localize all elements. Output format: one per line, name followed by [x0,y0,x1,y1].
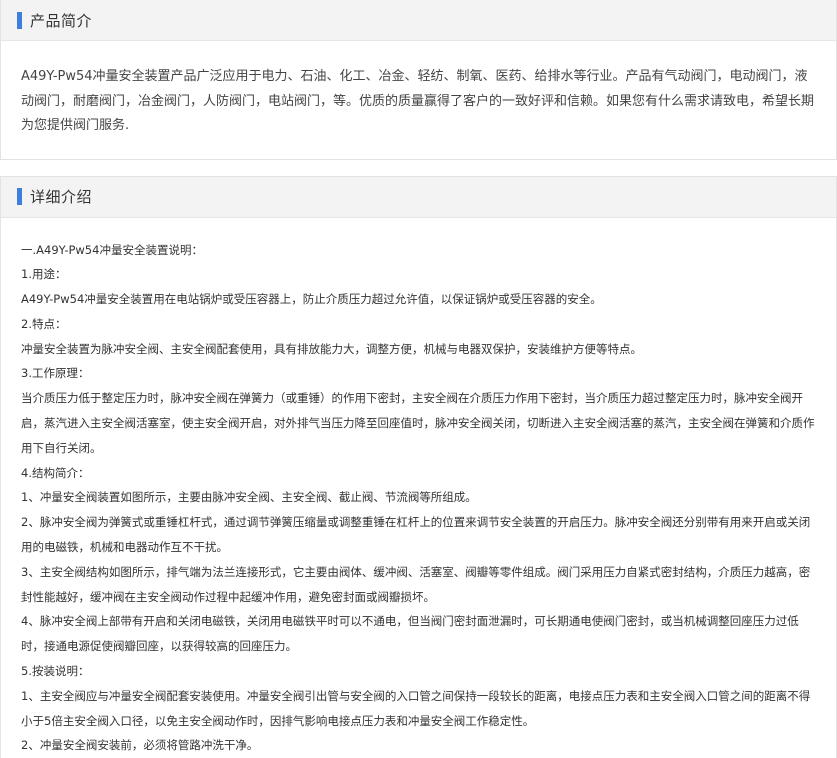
detail-section: 详细介绍 一.A49Y-Pw54冲量安全装置说明： 1.用途： A49Y-Pw5… [0,175,837,758]
detail-paragraph: 1、主安全阀应与冲量安全阀配套安装使用。冲量安全阀引出管与安全阀的入口管之间保持… [21,688,811,728]
product-intro-header: 产品简介 [1,0,836,41]
detail-paragraph: 冲量安全装置为脉冲安全阀、主安全阀配套使用，具有排放能力大，调整方便，机械与电器… [21,341,642,356]
accent-bar [17,188,22,205]
detail-paragraph: 4.结构简介： [21,465,90,480]
detail-paragraph: 3、主安全阀结构如图所示，排气端为法兰连接形式，它主要由阀体、缓冲阀、活塞室、阀… [21,564,811,604]
product-intro-section: 产品简介 A49Y-Pw54冲量安全装置产品广泛应用于电力、石油、化工、冶金、轻… [0,0,837,160]
accent-bar [17,11,22,29]
detail-header: 详细介绍 [1,176,836,218]
detail-paragraph: 一.A49Y-Pw54冲量安全装置说明： [21,242,203,257]
detail-paragraph: 2、脉冲安全阀为弹簧式或重锤杠杆式，通过调节弹簧压缩量或调整重锤在杠杆上的位置来… [21,515,811,555]
section-gap [0,159,837,176]
detail-paragraph: 1、冲量安全阀装置如图所示，主要由脉冲安全阀、主安全阀、截止阀、节流阀等所组成。 [21,490,477,505]
detail-title: 详细介绍 [30,188,93,206]
detail-paragraph: A49Y-Pw54冲量安全装置用在电站锅炉或受压容器上，防止介质压力超过允许值，… [21,292,602,307]
product-intro-text: A49Y-Pw54冲量安全装置产品广泛应用于电力、石油、化工、冶金、轻纺、制氧、… [21,69,815,133]
detail-paragraph: 4、脉冲安全阀上部带有开启和关闭电磁铁，关闭用电磁铁平时可以不通电，但当阀门密封… [21,614,799,654]
detail-paragraph: 2、冲量安全阀安装前，必须将管路冲洗干净。 [21,738,259,753]
detail-paragraph: 3.工作原理： [21,366,90,381]
detail-paragraph: 当介质压力低于整定压力时，脉冲安全阀在弹簧力（或重锤）的作用下密封，主安全阀在介… [21,391,815,455]
detail-paragraph: 1.用途： [21,267,67,282]
detail-paragraph: 2.特点： [21,316,67,331]
detail-body: 一.A49Y-Pw54冲量安全装置说明： 1.用途： A49Y-Pw54冲量安全… [1,218,836,758]
detail-paragraph: 5.按装说明： [21,664,90,679]
product-intro-title: 产品简介 [30,11,93,30]
